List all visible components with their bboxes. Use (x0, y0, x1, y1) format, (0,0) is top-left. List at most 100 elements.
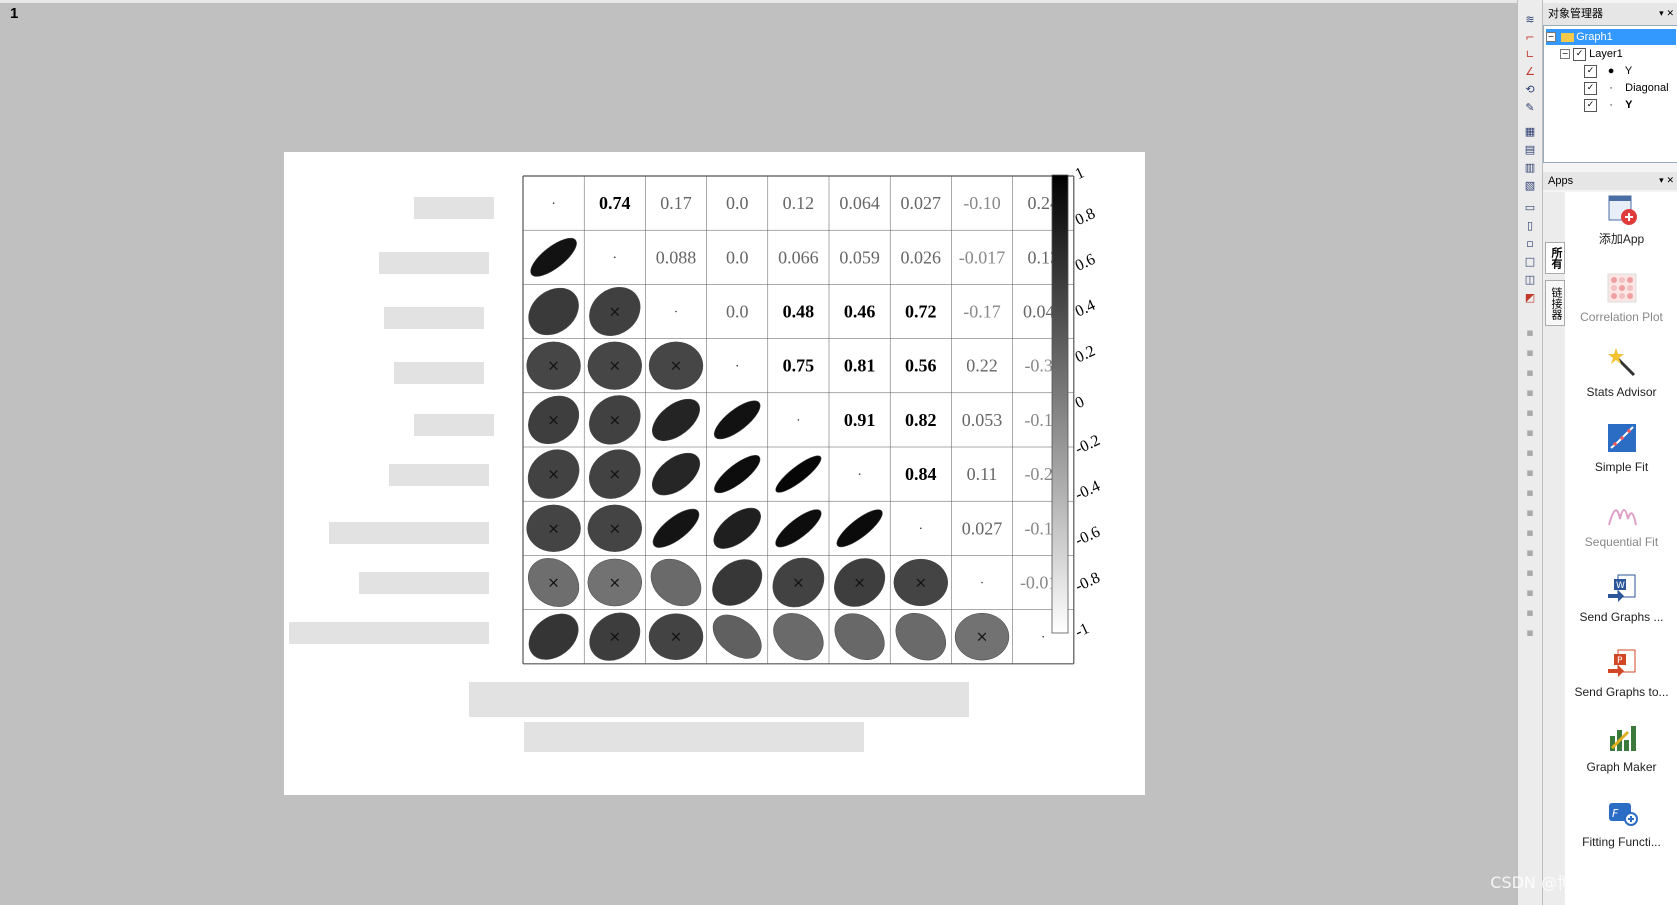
significance-marker: × (609, 357, 622, 375)
disabled-tool-icon: ▪ (1526, 585, 1534, 599)
frame-icon[interactable]: ▫ (1522, 236, 1538, 250)
tab-connectors[interactable]: 链接器 (1545, 280, 1565, 326)
correlation-ellipse (530, 237, 577, 277)
correlation-value: 0.72 (905, 302, 937, 322)
app-graph-maker[interactable]: Graph Maker (1565, 722, 1677, 775)
folder-icon (1561, 32, 1575, 42)
correlation-ellipse (528, 287, 579, 336)
marker-icon: ● (1607, 65, 1615, 77)
significance-marker: × (547, 465, 560, 483)
disabled-tool-icon: ▪ (1526, 465, 1534, 479)
correlation-value: 0.11 (967, 464, 998, 484)
colorbar-tick-label: -0.4 (1073, 478, 1103, 504)
correlation-value: 0.12 (783, 193, 815, 213)
tree-item-plot[interactable]: ✓ ● Y (1584, 63, 1632, 79)
checkbox[interactable]: ✓ (1584, 81, 1597, 95)
tree-item-plot[interactable]: ✓ · Y (1584, 97, 1632, 113)
significance-marker: × (547, 357, 560, 375)
tree-item-graph1[interactable]: − Graph1 (1546, 29, 1676, 45)
app-sequential-fit[interactable]: Sequential Fit (1565, 497, 1677, 550)
graph-page[interactable]: 0.74 0.17 0.0 0.12 0.064 0.027 -0.10 0.24 0.088 0… (284, 152, 1145, 795)
add-app-icon (1608, 195, 1637, 225)
significance-marker: × (609, 519, 622, 537)
significance-marker: × (792, 574, 805, 592)
app-fitting-function[interactable]: F Fitting Functi... (1565, 797, 1677, 850)
diagonal-dot (920, 527, 922, 530)
correlation-value: -0.10 (963, 193, 1001, 213)
disabled-tool-icon: ▪ (1526, 485, 1534, 499)
app-label: Send Graphs to... (1574, 685, 1669, 699)
layout-icon[interactable]: ▧ (1522, 178, 1538, 192)
sequential-fit-icon (1607, 509, 1637, 526)
pin-icon[interactable]: ▾ ✕ (1659, 172, 1674, 190)
disabled-tool-icon: ▪ (1526, 525, 1534, 539)
colorbar-tick-label: 0.8 (1073, 205, 1098, 229)
disabled-tool-icon: ▪ (1526, 405, 1534, 419)
colorbar (1051, 174, 1069, 634)
checkbox[interactable]: ✓ (1573, 47, 1587, 61)
graph-workspace: 1 0.74 0.17 0.0 0.12 0.064 0.027 -0.10 0.24 0.08… (0, 0, 1517, 905)
app-send-graphs-ppt[interactable]: P Send Graphs to... (1565, 647, 1677, 700)
right-panel: 对象管理器 ▾ ✕ − Graph1 − ✓ Layer1 ✓ ● Y ✓ · … (1542, 0, 1677, 905)
apps-list: 添加App Correlation Plot Stats Advisor Sim… (1565, 192, 1677, 905)
collapse-icon[interactable]: − (1560, 49, 1570, 60)
app-label: Graph Maker (1586, 760, 1657, 774)
app-stats-advisor[interactable]: Stats Advisor (1565, 347, 1677, 400)
object-manager-header: 对象管理器 ▾ ✕ (1543, 3, 1677, 25)
app-correlation-plot[interactable]: Correlation Plot (1565, 272, 1677, 325)
layer-icon[interactable]: ≋ (1522, 12, 1538, 26)
app-add-app[interactable]: 添加App (1565, 194, 1677, 247)
checkbox[interactable]: ✓ (1584, 64, 1597, 78)
tree-item-layer1[interactable]: − ✓ Layer1 (1560, 46, 1623, 62)
tree-item-plot[interactable]: ✓ · Diagonal (1584, 80, 1669, 96)
frame-icon[interactable]: ▯ (1522, 218, 1538, 232)
correlation-value: 0.91 (844, 410, 876, 430)
object-manager-tree: − Graph1 − ✓ Layer1 ✓ ● Y ✓ · Diagonal ✓… (1543, 25, 1677, 163)
frame-icon[interactable]: □ (1522, 254, 1538, 268)
app-label: Sequential Fit (1584, 535, 1659, 549)
disabled-tool-icon: ▪ (1526, 385, 1534, 399)
colorbar-tick-label: 1 (1073, 164, 1087, 183)
correlation-value: 0.84 (905, 464, 937, 484)
correlation-ellipse (712, 614, 762, 659)
layout-icon[interactable]: ▦ (1522, 124, 1538, 138)
app-label: 添加App (1598, 232, 1645, 246)
correlation-value: 0.059 (839, 247, 880, 267)
frame-icon[interactable]: ◩ (1522, 290, 1538, 304)
edit-icon[interactable]: ✎ (1522, 100, 1538, 114)
pin-icon[interactable]: ▾ ✕ (1659, 3, 1674, 25)
correlation-value: 0.0 (726, 302, 749, 322)
disabled-tool-icon: ▪ (1526, 325, 1534, 339)
correlation-ellipse (895, 613, 946, 661)
correlation-value: 0.81 (844, 356, 876, 376)
diagonal-dot (736, 364, 738, 367)
diagonal-dot (675, 310, 677, 313)
colorbar-tick-label: -0.8 (1073, 569, 1103, 595)
diagonal-dot (858, 473, 861, 475)
app-label: Simple Fit (1594, 460, 1649, 474)
significance-marker: × (609, 411, 622, 429)
add-axis-icon[interactable]: ∟ (1522, 47, 1538, 61)
correlation-ellipse (650, 558, 702, 607)
correlation-value: 0.22 (966, 356, 998, 376)
disabled-tool-icon: ▪ (1526, 365, 1534, 379)
app-simple-fit[interactable]: Simple Fit (1565, 422, 1677, 475)
layout-icon[interactable]: ▤ (1522, 142, 1538, 156)
add-axis-icon[interactable]: ∠ (1522, 64, 1538, 78)
checkbox[interactable]: ✓ (1584, 98, 1597, 112)
diagonal-dot (797, 419, 800, 421)
correlation-value: 0.088 (656, 247, 697, 267)
rescale-icon[interactable]: ⟲ (1522, 82, 1538, 96)
disabled-tool-icon: ▪ (1526, 425, 1534, 439)
significance-marker: × (547, 411, 560, 429)
collapse-icon[interactable]: − (1546, 32, 1556, 43)
frame-icon[interactable]: ◫ (1522, 272, 1538, 286)
tab-all[interactable]: 所有 (1545, 242, 1565, 274)
correlation-ellipse (528, 613, 579, 660)
svg-text:W: W (1616, 581, 1625, 591)
marker-icon: · (1609, 82, 1613, 94)
app-send-graphs-word[interactable]: W Send Graphs ... (1565, 572, 1677, 625)
layout-icon[interactable]: ▥ (1522, 160, 1538, 174)
frame-icon[interactable]: ▭ (1522, 200, 1538, 214)
add-axis-icon[interactable]: ⌐ (1522, 30, 1538, 44)
